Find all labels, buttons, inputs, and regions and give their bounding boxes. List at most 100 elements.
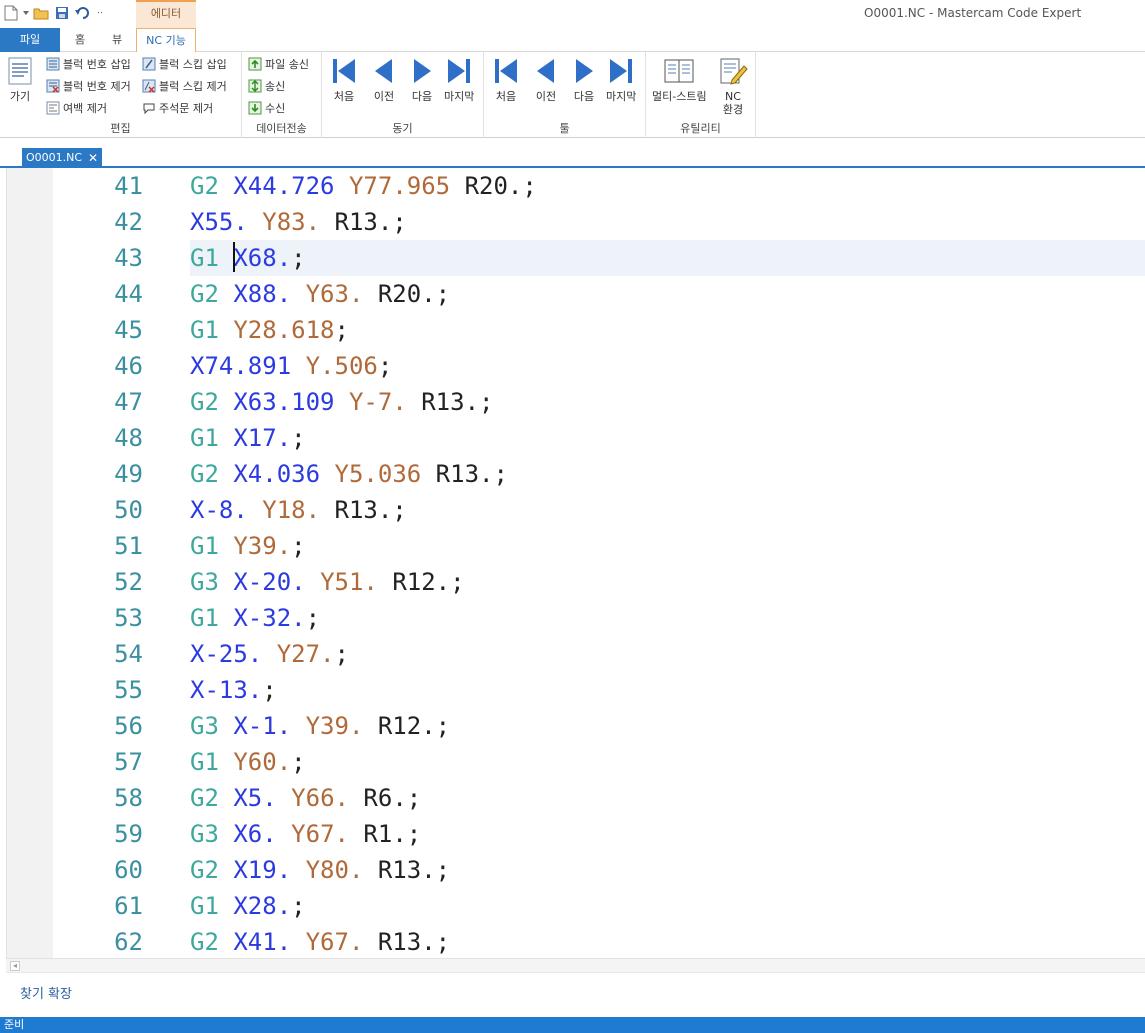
- multistream-button[interactable]: 멀티-스트림: [652, 56, 707, 103]
- send-file-button[interactable]: 파일 송신: [248, 54, 309, 74]
- code-line[interactable]: 48 G1 X17.;: [7, 420, 1145, 456]
- block-number-icon: [46, 57, 60, 71]
- code-line[interactable]: 52 G3 X-20. Y51. R12.;: [7, 564, 1145, 600]
- goto-button[interactable]: 가기: [6, 56, 34, 103]
- new-file-icon[interactable]: [2, 4, 20, 22]
- code-text[interactable]: G2 X88. Y63. R20.;: [190, 276, 1145, 312]
- code-line[interactable]: 43 G1 X68.;: [7, 240, 1145, 276]
- undo-icon[interactable]: [74, 4, 92, 22]
- open-folder-icon[interactable]: [32, 4, 50, 22]
- code-token: Y.506: [305, 352, 378, 380]
- sync-next-button[interactable]: 다음: [408, 56, 436, 103]
- code-token: X55.: [190, 208, 248, 236]
- code-text[interactable]: G1 X-32.;: [190, 600, 1145, 636]
- code-token: Y66.: [291, 784, 349, 812]
- remove-comments-button[interactable]: 주석문 제거: [142, 98, 213, 118]
- code-text[interactable]: G1 Y28.618;: [190, 312, 1145, 348]
- code-token: Y-7.: [348, 388, 407, 416]
- code-text[interactable]: G1 Y39.;: [190, 528, 1145, 564]
- save-icon[interactable]: [53, 4, 71, 22]
- code-text[interactable]: G1 Y60.;: [190, 744, 1145, 780]
- code-text[interactable]: G2 X5. Y66. R6.;: [190, 780, 1145, 816]
- document-tab[interactable]: O0001.NC ✕: [22, 148, 102, 168]
- code-line[interactable]: 55 X-13.;: [7, 672, 1145, 708]
- code-text[interactable]: G3 X-20. Y51. R12.;: [190, 564, 1145, 600]
- code-line[interactable]: 54 X-25. Y27.;: [7, 636, 1145, 672]
- code-line[interactable]: 42 X55. Y83. R13.;: [7, 204, 1145, 240]
- code-line[interactable]: 46 X74.891 Y.506;: [7, 348, 1145, 384]
- code-line[interactable]: 57 G1 Y60.;: [7, 744, 1145, 780]
- code-line[interactable]: 61 G1 X28.;: [7, 888, 1145, 924]
- tool-prev-button[interactable]: 이전: [532, 56, 560, 103]
- code-text[interactable]: G1 X17.;: [190, 420, 1145, 456]
- code-token: G1: [190, 604, 219, 632]
- code-line[interactable]: 51 G1 Y39.;: [7, 528, 1145, 564]
- code-token: R12.: [392, 568, 451, 596]
- previous-icon: [537, 59, 554, 83]
- code-token: X-20.: [233, 568, 306, 596]
- remove-block-skip-button[interactable]: 블럭 스킵 제거: [142, 76, 227, 96]
- code-line[interactable]: 62 G2 X41. Y67. R13.;: [7, 924, 1145, 958]
- code-token: G1: [190, 316, 219, 344]
- receive-button[interactable]: 수신: [248, 98, 285, 118]
- send-button[interactable]: 송신: [248, 76, 285, 96]
- code-text[interactable]: G3 X-1. Y39. R12.;: [190, 708, 1145, 744]
- scroll-left-icon[interactable]: ◂: [10, 961, 20, 971]
- code-text[interactable]: X-25. Y27.;: [190, 636, 1145, 672]
- group-utility: 멀티-스트림 NC 환경 유틸리티: [646, 52, 756, 138]
- tab-nc-functions[interactable]: NC 기능: [136, 28, 196, 53]
- code-text[interactable]: X74.891 Y.506;: [190, 348, 1145, 384]
- code-text[interactable]: G1 X68.;: [190, 240, 1145, 276]
- code-text[interactable]: X-13.;: [190, 672, 1145, 708]
- nc-environment-button[interactable]: NC 환경: [718, 56, 748, 116]
- code-line[interactable]: 49 G2 X4.036 Y5.036 R13.;: [7, 456, 1145, 492]
- code-token: R13.: [435, 460, 494, 488]
- code-token: ;: [291, 532, 306, 560]
- block-skip-remove-icon: [142, 79, 156, 93]
- code-text[interactable]: X-8. Y18. R13.;: [190, 492, 1145, 528]
- code-line[interactable]: 41 G2 X44.726 Y77.965 R20.;: [7, 168, 1145, 204]
- code-line[interactable]: 50 X-8. Y18. R13.;: [7, 492, 1145, 528]
- code-line[interactable]: 47 G2 X63.109 Y-7. R13.;: [7, 384, 1145, 420]
- remove-block-numbers-button[interactable]: 블럭 번호 제거: [46, 76, 131, 96]
- code-editor[interactable]: 41 G2 X44.726 Y77.965 R20.; 42 X55. Y83. R1…: [6, 168, 1145, 958]
- code-line[interactable]: 45 G1 Y28.618;: [7, 312, 1145, 348]
- tool-first-button[interactable]: 처음: [492, 56, 520, 103]
- remove-spaces-button[interactable]: 여백 제거: [46, 98, 107, 118]
- ribbon-tab-row: 파일 홈 뷰 NC 기능: [0, 28, 1145, 53]
- code-token: G2: [190, 460, 219, 488]
- sync-prev-button[interactable]: 이전: [370, 56, 398, 103]
- sync-first-button[interactable]: 처음: [330, 56, 358, 103]
- code-text[interactable]: G1 X28.;: [190, 888, 1145, 924]
- insert-block-skip-button[interactable]: 블럭 스킵 삽입: [142, 54, 227, 74]
- code-text[interactable]: G2 X4.036 Y5.036 R13.;: [190, 456, 1145, 492]
- tab-file[interactable]: 파일: [0, 28, 60, 52]
- tool-next-button[interactable]: 다음: [570, 56, 598, 103]
- tab-home[interactable]: 홈: [62, 28, 98, 52]
- code-text[interactable]: G2 X41. Y67. R13.;: [190, 924, 1145, 958]
- code-text[interactable]: G2 X19. Y80. R13.;: [190, 852, 1145, 888]
- code-text[interactable]: G2 X44.726 Y77.965 R20.;: [190, 168, 1145, 204]
- code-line[interactable]: 59 G3 X6. Y67. R1.;: [7, 816, 1145, 852]
- code-line[interactable]: 60 G2 X19. Y80. R13.;: [7, 852, 1145, 888]
- code-line[interactable]: 58 G2 X5. Y66. R6.;: [7, 780, 1145, 816]
- more-commands-icon[interactable]: ⋅⋅: [95, 4, 105, 22]
- line-number: 60: [114, 856, 143, 884]
- close-icon[interactable]: ✕: [88, 148, 98, 168]
- code-line[interactable]: 44 G2 X88. Y63. R20.;: [7, 276, 1145, 312]
- sync-last-button[interactable]: 마지막: [444, 56, 474, 103]
- dropdown-arrow-icon[interactable]: [23, 4, 29, 22]
- tab-view[interactable]: 뷰: [100, 28, 134, 52]
- code-token: ;: [450, 568, 465, 596]
- code-text[interactable]: G3 X6. Y67. R1.;: [190, 816, 1145, 852]
- code-token: X5.: [233, 784, 277, 812]
- code-line[interactable]: 56 G3 X-1. Y39. R12.;: [7, 708, 1145, 744]
- insert-block-numbers-button[interactable]: 블럭 번호 삽입: [46, 54, 131, 74]
- horizontal-scrollbar[interactable]: ◂: [6, 958, 1145, 972]
- code-line[interactable]: 53 G1 X-32.;: [7, 600, 1145, 636]
- tool-last-button[interactable]: 마지막: [606, 56, 636, 103]
- find-expand-button[interactable]: 찾기 확장: [20, 983, 72, 1002]
- code-text[interactable]: X55. Y83. R13.;: [190, 204, 1145, 240]
- code-text[interactable]: G2 X63.109 Y-7. R13.;: [190, 384, 1145, 420]
- ribbon: 가기 블럭 번호 삽입 블럭 번호 제거 여백 제거 블럭 스킵 삽입 블럭 스…: [0, 52, 1145, 138]
